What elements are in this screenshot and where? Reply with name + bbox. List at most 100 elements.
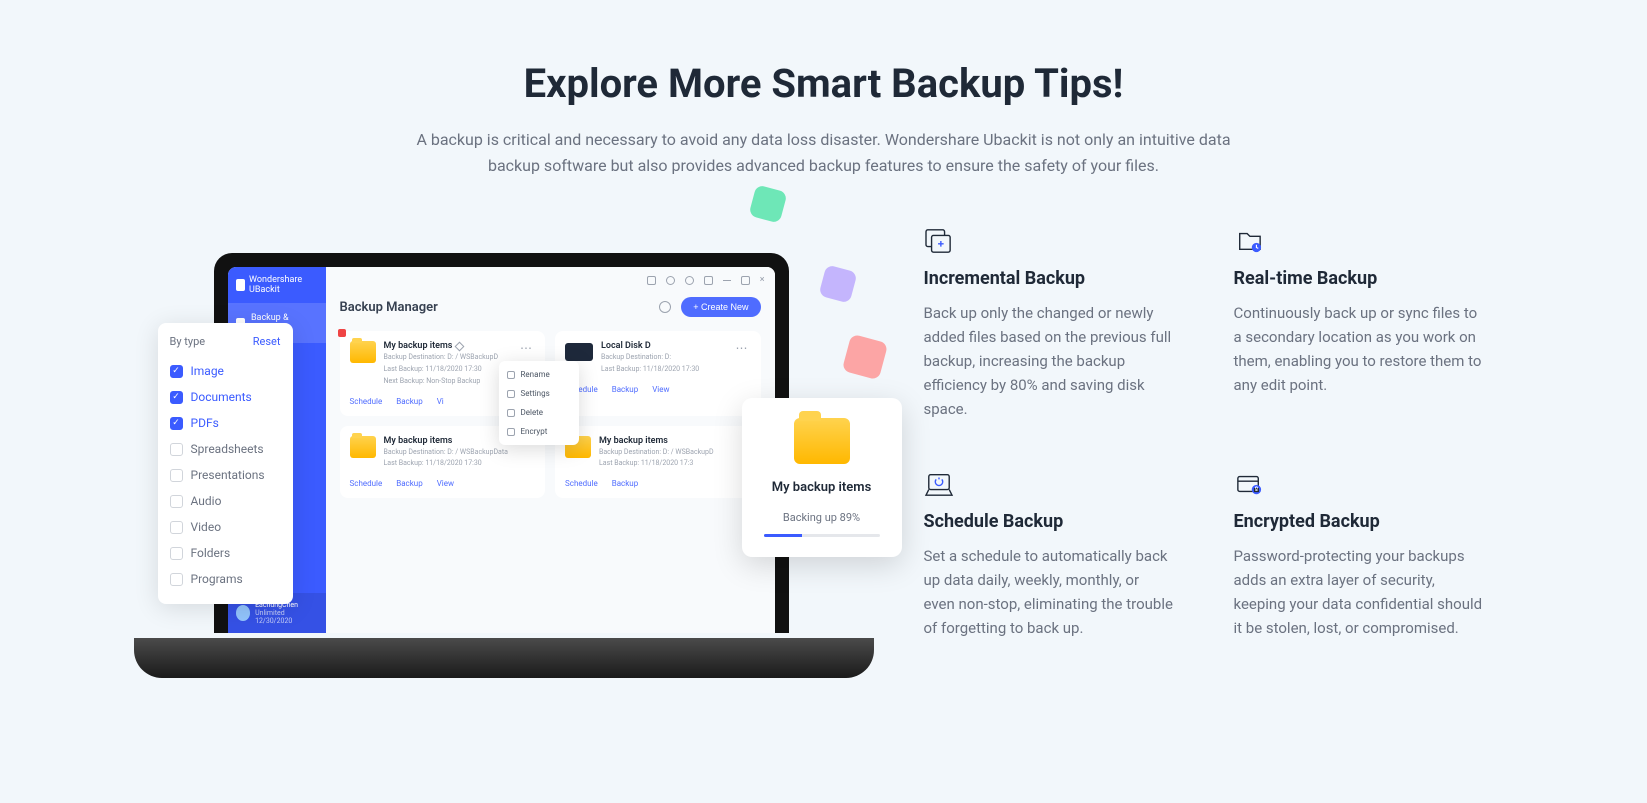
menu-encrypt[interactable]: Encrypt [499, 422, 579, 441]
feature-encrypted: Encrypted Backup Password-protecting you… [1234, 471, 1484, 640]
checkbox[interactable] [170, 573, 183, 586]
backup-link[interactable]: Backup [612, 385, 638, 394]
filter-item-spreadsheets[interactable]: Spreadsheets [170, 436, 281, 462]
maximize-icon[interactable] [741, 276, 750, 285]
search-icon[interactable] [659, 301, 671, 313]
hero-title: Explore More Smart Backup Tips! [524, 60, 1124, 107]
filter-item-folders[interactable]: Folders [170, 540, 281, 566]
cart-icon[interactable] [647, 276, 656, 285]
filter-panel: By type Reset ✓ Image ✓ Documents ✓ PDFs Sprea… [158, 323, 293, 604]
card-destination: Backup Destination: D: / WSBackupD [384, 353, 510, 363]
view-link[interactable]: View [652, 385, 669, 394]
rename-icon [507, 371, 515, 379]
trash-icon [507, 409, 515, 417]
create-new-button[interactable]: + Create New [681, 297, 760, 317]
checkbox[interactable] [170, 443, 183, 456]
filter-item-documents[interactable]: ✓ Documents [170, 384, 281, 410]
backup-card[interactable]: Local Disk D Backup Destination: D: Last… [555, 331, 761, 415]
filter-label: Programs [191, 572, 243, 586]
filter-item-audio[interactable]: Audio [170, 488, 281, 514]
features-grid: Incremental Backup Back up only the chan… [924, 228, 1484, 640]
lock-icon [507, 428, 515, 436]
feature-description: Set a schedule to automatically back up … [924, 544, 1174, 640]
view-link[interactable]: View [437, 479, 454, 488]
view-link[interactable]: Vi [437, 397, 444, 406]
filter-item-image[interactable]: ✓ Image [170, 358, 281, 384]
filter-label: Spreadsheets [191, 442, 264, 456]
backup-progress-popup: My backup items Backing up 89% [742, 398, 902, 557]
decor-icon [841, 334, 888, 381]
filter-item-presentations[interactable]: Presentations [170, 462, 281, 488]
backup-link[interactable]: Backup [396, 397, 422, 406]
backup-link[interactable]: Backup [612, 479, 638, 488]
filter-item-pdfs[interactable]: ✓ PDFs [170, 410, 281, 436]
user-status: Unlimited 12/30/2020 [255, 609, 317, 625]
card-last-backup: Last Backup: 11/18/2020 17:30 [384, 365, 510, 375]
more-icon[interactable]: ⋯ [517, 341, 535, 355]
progress-bar [764, 534, 880, 537]
schedule-link[interactable]: Schedule [565, 479, 598, 488]
card-title: My backup items [384, 341, 453, 351]
filter-item-video[interactable]: Video [170, 514, 281, 540]
feature-incremental: Incremental Backup Back up only the chan… [924, 228, 1174, 421]
laptop-mockup: Wondershare UBackit Backup & Restore Eac… [164, 228, 844, 708]
help-icon[interactable] [666, 276, 675, 285]
encrypted-backup-icon [1234, 471, 1264, 497]
checkbox[interactable]: ✓ [170, 391, 183, 404]
backup-link[interactable]: Backup [396, 479, 422, 488]
folder-icon [350, 341, 376, 363]
decor-icon [818, 265, 857, 304]
filter-label: Audio [191, 494, 222, 508]
headset-icon[interactable] [685, 276, 694, 285]
filter-title: By type [170, 335, 206, 348]
window-topbar: × [326, 267, 775, 293]
minimize-icon[interactable] [723, 280, 731, 281]
checkbox[interactable] [170, 495, 183, 508]
checkbox[interactable]: ✓ [170, 417, 183, 430]
filter-label: PDFs [191, 416, 219, 430]
card-destination: Backup Destination: D: / WSBackupData [384, 448, 536, 458]
checkbox[interactable] [170, 521, 183, 534]
checkbox[interactable] [170, 469, 183, 482]
alert-badge [338, 329, 346, 337]
feature-title: Schedule Backup [924, 511, 1174, 532]
popup-title: My backup items [758, 480, 886, 495]
brand-text: Wondershare UBackit [249, 275, 317, 295]
filter-reset[interactable]: Reset [253, 335, 281, 348]
menu-rename[interactable]: Rename [499, 365, 579, 384]
page-title: Backup Manager [340, 300, 438, 315]
filter-label: Folders [191, 546, 231, 560]
schedule-link[interactable]: Schedule [350, 397, 383, 406]
feature-schedule: Schedule Backup Set a schedule to automa… [924, 471, 1174, 640]
filter-label: Video [191, 520, 222, 534]
folder-icon [350, 436, 376, 458]
incremental-backup-icon [924, 228, 954, 254]
checkbox[interactable]: ✓ [170, 365, 183, 378]
menu-icon[interactable] [704, 276, 713, 285]
decor-icon [748, 185, 787, 224]
filter-label: Image [191, 364, 224, 378]
edit-icon[interactable] [455, 341, 465, 351]
feature-description: Password-protecting your backups adds an… [1234, 544, 1484, 640]
card-next-backup: Next Backup: Non-Stop Backup [384, 377, 510, 387]
filter-item-programs[interactable]: Programs [170, 566, 281, 592]
disk-icon [565, 343, 593, 361]
app-window: Wondershare UBackit Backup & Restore Eac… [228, 267, 775, 633]
card-destination: Backup Destination: D: / WSBackupD [599, 448, 751, 458]
filter-label: Presentations [191, 468, 265, 482]
menu-delete[interactable]: Delete [499, 403, 579, 422]
gear-icon [507, 390, 515, 398]
feature-description: Continuously back up or sync files to a … [1234, 301, 1484, 397]
filter-label: Documents [191, 390, 252, 404]
card-title: My backup items [599, 436, 751, 446]
backup-card[interactable]: My backup items Backup Destination: D: /… [555, 426, 761, 499]
more-icon[interactable]: ⋯ [733, 341, 751, 355]
schedule-link[interactable]: Schedule [350, 479, 383, 488]
card-last-backup: Last Backup: 11/18/2020 17:30 [384, 459, 536, 469]
card-last-backup: Last Backup: 11/18/2020 17:30 [601, 365, 725, 375]
close-icon[interactable]: × [760, 275, 765, 285]
menu-settings[interactable]: Settings [499, 384, 579, 403]
card-destination: Backup Destination: D: [601, 353, 725, 363]
context-menu: Rename Settings Delete Encrypt [499, 361, 579, 445]
checkbox[interactable] [170, 547, 183, 560]
